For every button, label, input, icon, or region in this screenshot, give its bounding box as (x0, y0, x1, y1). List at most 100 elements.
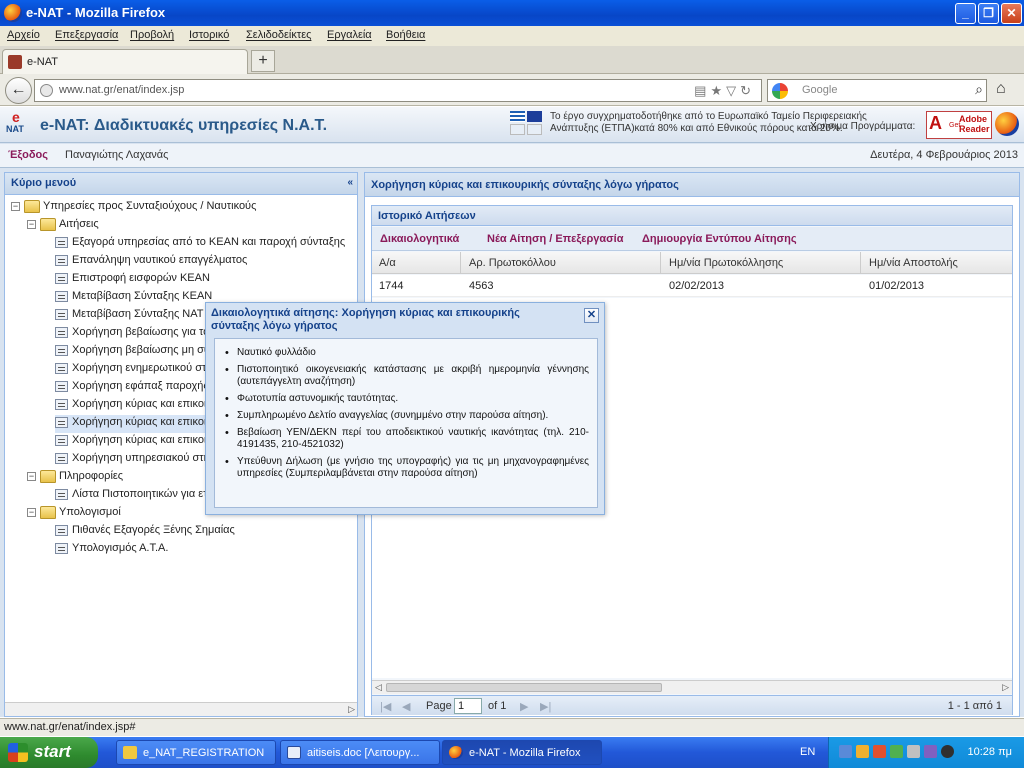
tree-item[interactable]: Πιθανές Εξαγορές Ξένης Σημαίας (55, 523, 355, 541)
page-input[interactable]: 1 (454, 698, 482, 714)
collapse-icon[interactable]: « (347, 177, 353, 188)
mail-icon[interactable] (856, 745, 869, 758)
popup-close-button[interactable]: ✕ (584, 308, 599, 323)
tree-item-label: Επιστροφή εισφορών ΚΕΑΝ (72, 272, 210, 284)
google-icon[interactable] (772, 83, 788, 99)
antivirus-icon[interactable] (873, 745, 886, 758)
popup-title: Δικαιολογητικά αίτησης: Χορήγηση κύριας … (211, 307, 520, 332)
menu-edit[interactable]: Επεξεργασία (55, 29, 118, 41)
tree-node-services[interactable]: − Υπηρεσίες προς Συνταξιούχους / Ναυτικο… (11, 199, 351, 217)
prev-page-icon[interactable]: ◀ (402, 700, 410, 713)
table-row[interactable]: 1744 4563 02/02/2013 01/02/2013 (372, 275, 1012, 297)
search-placeholder[interactable]: Google (802, 84, 837, 96)
tab-label: e-NAT (27, 56, 58, 68)
language-indicator[interactable]: EN (800, 746, 815, 758)
close-button[interactable]: ✕ (1001, 3, 1022, 24)
tree-item[interactable]: Εξαγορά υπηρεσίας από το ΚΕΑΝ και παροχή… (55, 235, 355, 253)
firefox-download-icon[interactable] (995, 112, 1019, 136)
taskbar-item-firefox[interactable]: e-NAT - Mozilla Firefox (442, 740, 602, 765)
column-header-protocol[interactable]: Αρ. Πρωτοκόλλου (469, 257, 556, 269)
form-icon (55, 543, 68, 554)
menu-history[interactable]: Ιστορικό (189, 29, 229, 41)
list-item: Πιστοποιητικό οικογενειακής κατάστασης μ… (223, 364, 589, 388)
tree-item[interactable]: Υπολογισμός Α.Τ.Α. (55, 541, 355, 559)
list-item: Βεβαίωση ΥΕΝ/ΔΕΚΝ περί του αποδεικτικού … (223, 427, 589, 451)
back-button[interactable]: ← (5, 77, 32, 104)
url-bar[interactable]: www.nat.gr/enat/index.jsp ▤★▽↻ (34, 79, 762, 102)
clock-tray-icon[interactable] (941, 745, 954, 758)
app-header: e NAT e-NAT: Διαδικτυακές υπηρεσίες Ν.Α.… (0, 107, 1024, 143)
menu-file[interactable]: Αρχείο (7, 29, 40, 41)
menu-tools[interactable]: Εργαλεία (327, 29, 372, 41)
form-icon (55, 399, 68, 410)
pagination-bar: |◀ ◀ Page 1 of 1 ▶ ▶| 1 - 1 από 1 (372, 695, 1012, 715)
tree-item[interactable]: Επιστροφή εισφορών ΚΕΑΝ (55, 271, 355, 289)
logout-link[interactable]: Έξοδος (8, 149, 48, 161)
minimize-button[interactable]: _ (955, 3, 976, 24)
last-page-icon[interactable]: ▶| (540, 700, 551, 713)
update-icon[interactable] (890, 745, 903, 758)
column-header-aa[interactable]: Α/α (379, 257, 396, 269)
new-tab-button[interactable]: + (251, 50, 275, 72)
first-page-icon[interactable]: |◀ (380, 700, 391, 713)
taskbar-item-label: e_NAT_REGISTRATION (143, 747, 265, 759)
column-separator (860, 252, 861, 274)
grid-scrollbar[interactable]: ◁ ▷ (372, 680, 1012, 694)
scroll-right-icon[interactable]: ▷ (348, 704, 355, 715)
left-panel-scrollbar[interactable]: ▷ (5, 702, 357, 716)
search-icon[interactable]: ⌕ (975, 81, 983, 98)
column-separator (660, 252, 661, 274)
form-icon (55, 525, 68, 536)
menu-view[interactable]: Προβολή (130, 29, 174, 41)
search-bar[interactable]: Google ⌕ (767, 79, 987, 102)
taskbar-item-word[interactable]: aitiseis.doc [Λειτουργ... (280, 740, 440, 765)
documents-button[interactable]: Δικαιολογητικά (380, 233, 459, 245)
home-icon[interactable]: ⌂ (996, 80, 1006, 98)
collapse-toggle-icon[interactable]: − (27, 220, 36, 229)
form-icon (55, 435, 68, 446)
tree-item[interactable]: Επανάληψη ναυτικού επαγγέλματος (55, 253, 355, 271)
cell-protocol: 4563 (469, 280, 494, 292)
url-actions-icon[interactable]: ▤★▽↻ (694, 83, 755, 99)
menu-help[interactable]: Βοήθεια (386, 29, 425, 41)
column-header-protocol-date[interactable]: Ημ/νία Πρωτοκόλλησης (669, 257, 783, 269)
collapse-toggle-icon[interactable]: − (27, 472, 36, 481)
url-text[interactable]: www.nat.gr/enat/index.jsp (59, 84, 184, 96)
new-request-button[interactable]: Νέα Αίτηση / Επεξεργασία (487, 233, 624, 245)
tree-item-label: Μεταβίβαση Σύνταξης ΚΕΑΝ (72, 290, 213, 302)
taskbar-item-folder[interactable]: e_NAT_REGISTRATION (116, 740, 276, 765)
collapse-toggle-icon[interactable]: − (11, 202, 20, 211)
enat-logo: e NAT (6, 109, 30, 138)
documents-list: Ναυτικό φυλλάδιο Πιστοποιητικό οικογενει… (223, 347, 589, 480)
scroll-left-icon[interactable]: ◁ (375, 682, 382, 693)
form-icon (55, 417, 68, 428)
main-menu-title: Κύριο μενού « (5, 173, 357, 195)
list-item: Συμπληρωμένο Δελτίο αναγγελίας (συνημμέν… (223, 410, 589, 422)
form-icon (55, 327, 68, 338)
espa-logo-icon (510, 124, 525, 135)
tree-node-requests[interactable]: − Αιτήσεις (27, 217, 347, 235)
scroll-thumb[interactable] (386, 683, 662, 692)
tree-item-label: Υπολογισμός Α.Τ.Α. (72, 542, 169, 554)
eu-flag-icon (527, 111, 542, 122)
form-icon (55, 237, 68, 248)
collapse-toggle-icon[interactable]: − (27, 508, 36, 517)
system-tray: 10:28 πμ (828, 737, 1024, 768)
menu-bookmarks[interactable]: Σελιδοδείκτες (246, 29, 311, 41)
folder-icon (40, 506, 56, 519)
network-icon[interactable] (839, 745, 852, 758)
navigation-bar: ← www.nat.gr/enat/index.jsp ▤★▽↻ Google … (0, 74, 1024, 106)
adobe-reader-link[interactable]: A Get Adobe Reader (926, 111, 992, 139)
column-header-send-date[interactable]: Ημ/νία Αποστολής (869, 257, 958, 269)
start-button[interactable]: start (0, 737, 98, 768)
next-page-icon[interactable]: ▶ (520, 700, 528, 713)
create-form-button[interactable]: Δημιουργία Εντύπου Αίτησης (642, 233, 797, 245)
scroll-right-icon[interactable]: ▷ (1002, 682, 1009, 693)
tree-item-label: Χορήγηση βεβαίωσης μη συ (72, 344, 210, 356)
tab-enat[interactable]: e-NAT (2, 49, 248, 74)
maximize-button[interactable]: ❐ (978, 3, 999, 24)
settings-icon[interactable] (907, 745, 920, 758)
history-title: Ιστορικό Αιτήσεων (372, 206, 1012, 226)
tree-label: Αιτήσεις (59, 218, 99, 230)
volume-icon[interactable] (924, 745, 937, 758)
